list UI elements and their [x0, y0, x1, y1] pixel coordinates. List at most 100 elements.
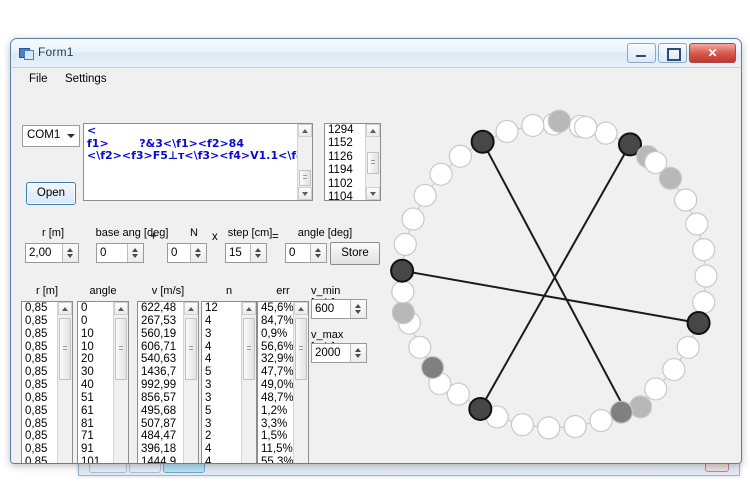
scrollbar-thumb[interactable]	[59, 318, 71, 380]
table-row[interactable]: 4	[205, 456, 218, 464]
radial-node-empty[interactable]	[392, 281, 414, 303]
list-item[interactable]: 1102	[328, 178, 354, 191]
maximize-button[interactable]	[658, 43, 687, 63]
table-row[interactable]: 10	[81, 341, 100, 354]
base-ang-spinner[interactable]: 0	[96, 243, 144, 263]
table-row[interactable]: 4	[205, 341, 218, 354]
scroll-up-icon[interactable]	[298, 124, 312, 137]
list-v[interactable]: 622,48267,53560,19606,71540,631436,7992,…	[137, 301, 199, 464]
radial-node-empty[interactable]	[693, 239, 715, 261]
table-row[interactable]: 84,7%	[261, 315, 294, 328]
list-err-scrollbar[interactable]	[293, 302, 308, 464]
n-stepper[interactable]	[190, 244, 206, 262]
table-row[interactable]: 3	[205, 418, 218, 431]
open-button[interactable]: Open	[26, 182, 76, 205]
table-row[interactable]: 20	[81, 353, 100, 366]
table-row[interactable]: 71	[81, 430, 100, 443]
radial-node-empty[interactable]	[575, 116, 597, 138]
table-row[interactable]: 45,6%	[261, 302, 294, 315]
table-row[interactable]: 11,5%	[261, 443, 294, 456]
table-row[interactable]: 856,57	[141, 392, 176, 405]
table-row[interactable]: 49,0%	[261, 379, 294, 392]
table-row[interactable]: 1436,7	[141, 366, 176, 379]
list-item[interactable]: 1294	[328, 124, 354, 137]
scrollbar-thumb[interactable]	[295, 318, 307, 380]
table-row[interactable]: 3	[205, 328, 218, 341]
table-row[interactable]: 484,47	[141, 430, 176, 443]
radial-node-empty[interactable]	[564, 416, 586, 438]
table-row[interactable]: 32,9%	[261, 353, 294, 366]
list-item[interactable]: 1104	[328, 191, 354, 201]
list-item[interactable]: 1152	[328, 137, 354, 150]
table-row[interactable]: 5	[205, 405, 218, 418]
list-err[interactable]: 45,6%84,7%0,9%56,6%32,9%47,7%49,0%48,7%1…	[257, 301, 309, 464]
radial-node-mid[interactable]	[610, 401, 632, 423]
radial-node-gray[interactable]	[392, 302, 414, 324]
scroll-up-icon[interactable]	[294, 302, 308, 315]
table-row[interactable]: 4	[205, 315, 218, 328]
table-row[interactable]: 0,85	[25, 418, 47, 431]
table-row[interactable]: 0,9%	[261, 328, 294, 341]
table-row[interactable]: 396,18	[141, 443, 176, 456]
table-row[interactable]: 81	[81, 418, 100, 431]
radial-node-empty[interactable]	[522, 114, 544, 136]
table-row[interactable]: 4	[205, 443, 218, 456]
scrollbar-thumb[interactable]	[299, 170, 311, 186]
console-textbox[interactable]: < f1> ?&3<\f1><f2>84 <\f2><f3>F5⊥ᴛ<\f3><…	[83, 123, 313, 201]
table-row[interactable]: 51	[81, 392, 100, 405]
vmin-spinner[interactable]: 600	[311, 299, 367, 319]
radial-node-gray[interactable]	[630, 396, 652, 418]
radial-node-dark[interactable]	[472, 131, 494, 153]
radial-node-empty[interactable]	[496, 120, 518, 142]
scrollbar-thumb[interactable]	[185, 318, 197, 380]
scroll-down-icon[interactable]	[298, 187, 312, 200]
radial-node-empty[interactable]	[414, 184, 436, 206]
scrollbar-thumb[interactable]	[243, 318, 255, 380]
table-row[interactable]: 0,85	[25, 392, 47, 405]
radial-node-empty[interactable]	[595, 122, 617, 144]
scroll-up-icon[interactable]	[114, 302, 128, 315]
table-row[interactable]: 48,7%	[261, 392, 294, 405]
radial-node-empty[interactable]	[695, 265, 717, 287]
radial-node-empty[interactable]	[430, 163, 452, 185]
radial-node-dark[interactable]	[469, 398, 491, 420]
radial-node-empty[interactable]	[693, 291, 715, 313]
angle-spinner[interactable]: 0	[285, 243, 327, 263]
radial-node-dark[interactable]	[688, 312, 710, 334]
radial-node-empty[interactable]	[394, 233, 416, 255]
angle-stepper[interactable]	[310, 244, 326, 262]
vmin-stepper[interactable]	[350, 300, 366, 318]
radial-node-gray[interactable]	[659, 167, 681, 189]
radial-node-empty[interactable]	[675, 189, 697, 211]
radial-node-empty[interactable]	[590, 410, 612, 432]
table-row[interactable]: 0,85	[25, 379, 47, 392]
radial-plot-panel[interactable]	[371, 93, 737, 459]
menu-file[interactable]: File	[25, 72, 52, 86]
list-item[interactable]: 1194	[328, 164, 354, 177]
table-row[interactable]: 47,7%	[261, 366, 294, 379]
table-row[interactable]: 10	[81, 328, 100, 341]
table-row[interactable]: 0,85	[25, 430, 47, 443]
list-n-scrollbar[interactable]	[241, 302, 256, 464]
menu-settings[interactable]: Settings	[61, 72, 111, 86]
scroll-up-icon[interactable]	[58, 302, 72, 315]
list-n[interactable]: 12434453353244343	[201, 301, 257, 464]
table-row[interactable]: 30	[81, 366, 100, 379]
table-row[interactable]: 91	[81, 443, 100, 456]
com-port-select[interactable]: COM1	[22, 125, 80, 147]
radial-node-empty[interactable]	[663, 359, 685, 381]
table-row[interactable]: 61	[81, 405, 100, 418]
table-row[interactable]: 560,19	[141, 328, 176, 341]
table-row[interactable]: 0,85	[25, 341, 47, 354]
step-spinner[interactable]: 15	[225, 243, 267, 263]
table-row[interactable]: 0	[81, 302, 100, 315]
table-row[interactable]: 3	[205, 379, 218, 392]
vmax-stepper[interactable]	[350, 344, 366, 362]
table-row[interactable]: 40	[81, 379, 100, 392]
table-row[interactable]: 1,5%	[261, 430, 294, 443]
table-row[interactable]: 606,71	[141, 341, 176, 354]
table-row[interactable]: 267,53	[141, 315, 176, 328]
minimize-button[interactable]	[627, 43, 656, 63]
table-row[interactable]: 540,63	[141, 353, 176, 366]
radial-node-empty[interactable]	[511, 414, 533, 436]
